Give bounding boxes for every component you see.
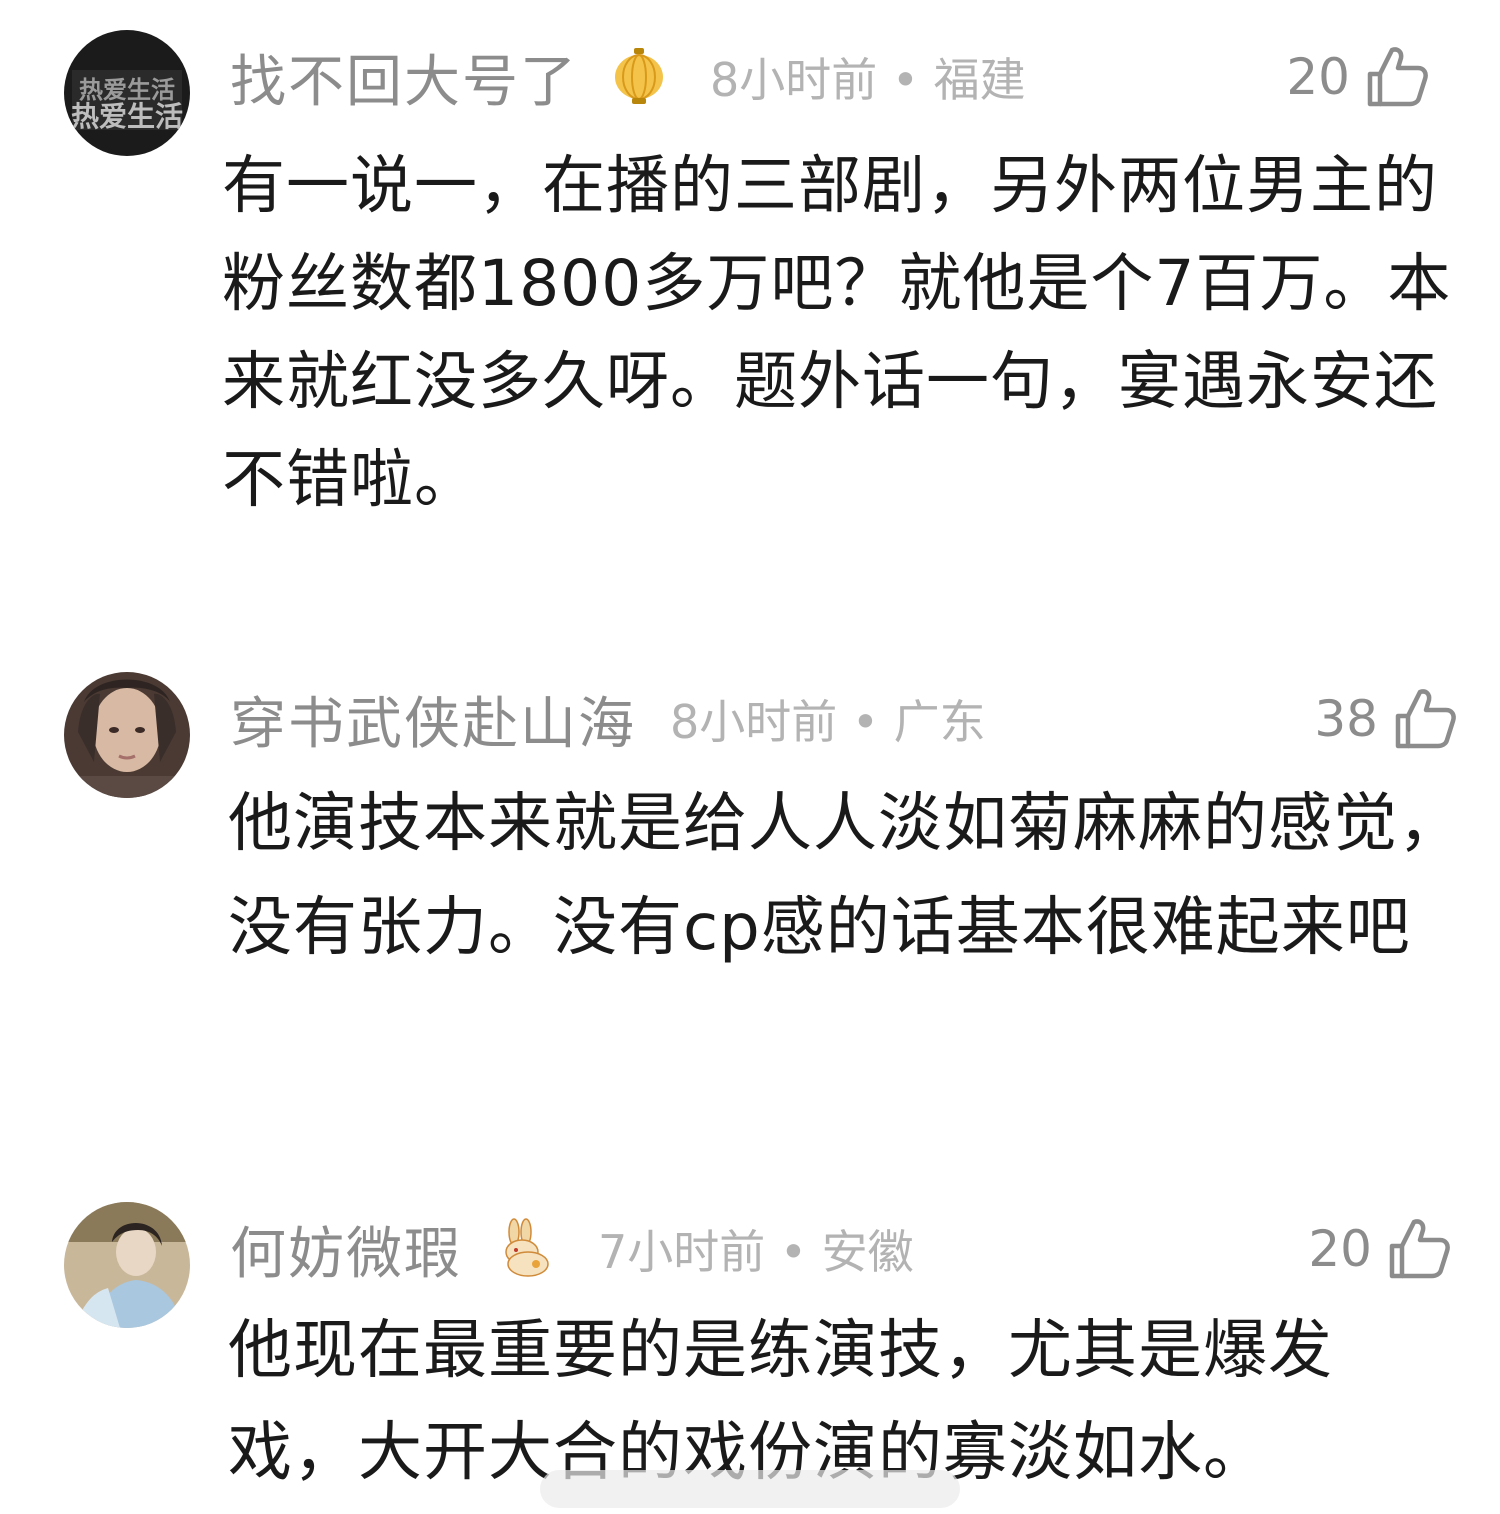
- comment-location: 广东: [893, 695, 986, 749]
- comment-text: 他演技本来就是给人人淡如菊麻麻的感觉，没有张力。没有cp感的话基本很难起来吧: [228, 787, 1463, 965]
- comment-time: 8小时前: [710, 53, 878, 107]
- avatar[interactable]: [64, 672, 190, 798]
- like-button[interactable]: 38: [1314, 684, 1460, 754]
- thumbs-up-icon: [1389, 1219, 1450, 1279]
- meta-separator: •: [851, 695, 880, 749]
- svg-text:热爱生活: 热爱生活: [71, 100, 183, 133]
- like-count: 20: [1286, 48, 1350, 106]
- comment-location: 福建: [933, 53, 1026, 107]
- avatar[interactable]: [64, 1202, 190, 1328]
- comment-time: 7小时前: [598, 1225, 766, 1279]
- comment-time: 8小时前: [670, 695, 838, 749]
- like-count: 38: [1314, 690, 1378, 748]
- username[interactable]: 穿书武侠赴山海: [230, 679, 636, 760]
- like-button[interactable]: 20: [1308, 1214, 1454, 1284]
- username[interactable]: 何妨微瑕: [230, 1209, 462, 1290]
- avatar-image: [64, 1202, 190, 1328]
- comment-meta: 8小时前 • 福建: [710, 44, 1026, 110]
- avatar-image: [64, 672, 190, 798]
- like-button[interactable]: 20: [1286, 42, 1432, 112]
- comment-header: 何妨微瑕 7小时前 • 安徽 20: [230, 1214, 1460, 1287]
- comment-meta: 7小时前 • 安徽: [598, 1216, 914, 1282]
- username[interactable]: 找不回大号了: [230, 37, 578, 118]
- rabbit-badge-icon: [505, 1218, 549, 1277]
- comment-header: 穿书武侠赴山海 8小时前 • 广东 38: [230, 684, 1460, 757]
- meta-separator: •: [779, 1225, 808, 1279]
- watermark-overlay: [540, 1470, 960, 1508]
- lantern-badge-icon: [615, 48, 663, 104]
- comment-text: 有一说一，在播的三部剧，另外两位男主的粉丝数都1800多万吧？就他是个7百万。本…: [222, 149, 1452, 516]
- like-count: 20: [1308, 1220, 1372, 1278]
- meta-separator: •: [891, 53, 920, 107]
- avatar-image: 热爱生活 热爱生活: [64, 30, 190, 156]
- comment-meta: 8小时前 • 广东: [670, 686, 986, 752]
- avatar[interactable]: 热爱生活 热爱生活: [64, 30, 190, 156]
- comment-location: 安徽: [821, 1225, 914, 1279]
- thumbs-up-icon: [1395, 689, 1456, 749]
- thumbs-up-icon: [1367, 47, 1428, 107]
- comment-header: 找不回大号了 8小时前 • 福建 20: [230, 42, 1460, 115]
